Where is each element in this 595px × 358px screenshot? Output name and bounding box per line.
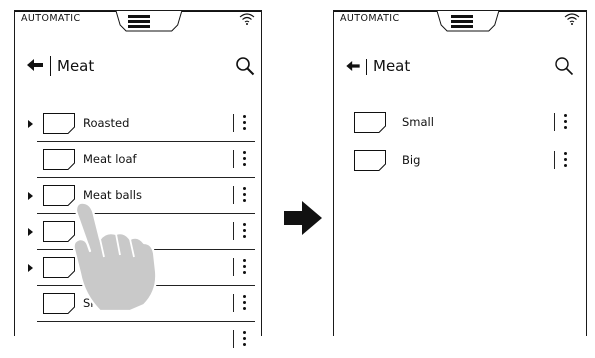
header-divider <box>50 56 51 76</box>
header: Meat <box>15 47 261 83</box>
tapping-hand-icon <box>72 201 158 311</box>
header: Meat <box>334 47 586 83</box>
folder-icon <box>354 112 386 133</box>
list-item[interactable]: Small <box>334 107 586 141</box>
list-item-label: Roasted <box>83 116 130 130</box>
folder-icon <box>354 150 386 171</box>
list-item[interactable]: Meat loaf <box>15 144 261 178</box>
wifi-icon <box>564 13 580 25</box>
back-arrow-icon[interactable] <box>27 59 43 71</box>
right-arrow-icon <box>284 201 322 235</box>
row-divider <box>37 141 255 142</box>
back-arrow-icon[interactable] <box>346 61 360 71</box>
right-phone-screen: AUTOMATIC Meat Small Big <box>333 10 587 336</box>
status-bar: AUTOMATIC <box>15 11 261 32</box>
expand-caret-icon[interactable] <box>28 264 33 272</box>
more-vertical-icon[interactable] <box>233 112 249 134</box>
list-item-label: Meat loaf <box>83 152 137 166</box>
folder-icon <box>43 149 75 170</box>
folder-icon <box>43 113 75 134</box>
status-bar: AUTOMATIC <box>334 11 586 32</box>
page-title: Meat <box>373 57 411 75</box>
more-vertical-icon[interactable] <box>233 148 249 170</box>
more-vertical-icon[interactable] <box>233 256 249 278</box>
row-divider <box>37 321 255 322</box>
expand-caret-icon[interactable] <box>28 120 33 128</box>
more-vertical-icon[interactable] <box>233 184 249 206</box>
row-divider <box>37 177 255 178</box>
list-item[interactable]: Roasted <box>15 108 261 142</box>
search-icon[interactable] <box>554 56 574 76</box>
more-vertical-icon[interactable] <box>233 220 249 242</box>
page-title: Meat <box>57 57 95 75</box>
search-icon[interactable] <box>235 56 255 76</box>
hamburger-menu-icon[interactable] <box>128 15 150 29</box>
list-item-label: Small <box>402 115 434 129</box>
expand-caret-icon[interactable] <box>28 228 33 236</box>
more-vertical-icon[interactable] <box>554 149 570 171</box>
list-item-label: Big <box>402 153 421 167</box>
more-vertical-icon[interactable] <box>233 292 249 314</box>
expand-caret-icon[interactable] <box>28 192 33 200</box>
hamburger-menu-icon[interactable] <box>451 15 473 29</box>
more-vertical-icon[interactable] <box>554 111 570 133</box>
list-item-label: Meat balls <box>83 188 142 202</box>
left-phone-screen: AUTOMATIC Meat Roasted Meat loaf Meat ball… <box>14 10 262 348</box>
wifi-icon <box>239 13 255 25</box>
header-divider <box>366 59 367 75</box>
list-item[interactable]: Big <box>334 145 586 179</box>
list-item[interactable] <box>15 324 261 358</box>
more-vertical-icon[interactable] <box>233 328 249 350</box>
